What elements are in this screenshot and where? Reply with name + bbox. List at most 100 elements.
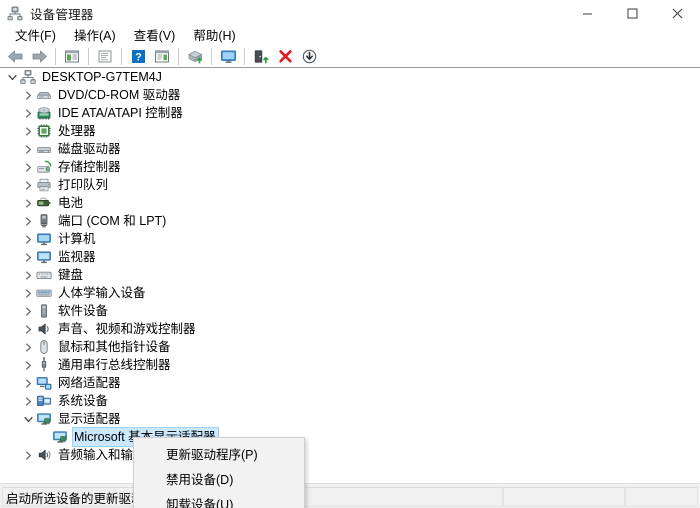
tree-item[interactable]: 监视器 <box>0 248 700 266</box>
display-adapter-icon <box>36 411 52 427</box>
chevron-right-icon[interactable] <box>20 105 36 121</box>
tree-item[interactable]: 处理器 <box>0 122 700 140</box>
tree-item[interactable]: IDE ATA/ATAPI 控制器 <box>0 104 700 122</box>
tree-item[interactable]: 鼠标和其他指针设备 <box>0 338 700 356</box>
tree-item[interactable]: 存储控制器 <box>0 158 700 176</box>
ctx-uninstall-device[interactable]: 卸载设备(U) <box>134 491 304 508</box>
chevron-right-icon[interactable] <box>20 447 36 463</box>
chevron-right-icon[interactable] <box>20 249 36 265</box>
port-icon <box>36 213 52 229</box>
processor-icon <box>36 123 52 139</box>
tree-item[interactable]: 磁盘驱动器 <box>0 140 700 158</box>
toolbar-help[interactable]: ? <box>127 46 149 67</box>
minimize-button[interactable] <box>565 0 610 26</box>
tree-item[interactable]: DVD/CD-ROM 驱动器 <box>0 86 700 104</box>
storage-controller-icon <box>36 159 52 175</box>
tree-item-label: 显示适配器 <box>58 412 121 426</box>
tree-item[interactable]: 软件设备 <box>0 302 700 320</box>
tree-item-label: 人体学输入设备 <box>58 286 146 300</box>
chevron-right-icon[interactable] <box>20 321 36 337</box>
toolbar: ? <box>0 45 700 68</box>
dvd-drive-icon <box>36 87 52 103</box>
hid-icon <box>36 285 52 301</box>
menu-help[interactable]: 帮助(H) <box>184 27 244 45</box>
tree-item[interactable]: Microsoft 基本显示适配器 <box>0 427 700 447</box>
tree-item-label: 端口 (COM 和 LPT) <box>58 214 167 228</box>
chevron-right-icon[interactable] <box>20 303 36 319</box>
chevron-right-icon[interactable] <box>20 123 36 139</box>
tree-item[interactable]: DESKTOP-G7TEM4J <box>0 68 700 86</box>
network-adapter-icon <box>36 375 52 391</box>
tree-item-label: 电池 <box>58 196 84 210</box>
context-menu[interactable]: 更新驱动程序(P) 禁用设备(D) 卸载设备(U) <box>133 437 305 508</box>
chevron-down-icon[interactable] <box>4 69 20 85</box>
chevron-right-icon[interactable] <box>20 177 36 193</box>
chevron-right-icon[interactable] <box>20 195 36 211</box>
tree-item-label: DESKTOP-G7TEM4J <box>42 70 162 84</box>
chevron-right-icon[interactable] <box>20 141 36 157</box>
tree-item[interactable]: 显示适配器 <box>0 410 700 428</box>
tree-item[interactable]: 电池 <box>0 194 700 212</box>
chevron-right-icon[interactable] <box>20 159 36 175</box>
tree-item-label: 网络适配器 <box>58 376 121 390</box>
menu-view[interactable]: 查看(V) <box>125 27 185 45</box>
tree-item-label: 软件设备 <box>58 304 109 318</box>
chevron-right-icon[interactable] <box>20 231 36 247</box>
toolbar-device-properties[interactable] <box>151 46 173 67</box>
tree-item[interactable]: 端口 (COM 和 LPT) <box>0 212 700 230</box>
toolbar-properties[interactable] <box>61 46 83 67</box>
tree-item[interactable]: 声音、视频和游戏控制器 <box>0 320 700 338</box>
tree-item[interactable]: 网络适配器 <box>0 374 700 392</box>
mouse-icon <box>36 339 52 355</box>
maximize-button[interactable] <box>610 0 655 26</box>
title-bar: 设备管理器 <box>0 0 700 26</box>
help-icon: ? <box>131 49 146 64</box>
tree-item-label: 系统设备 <box>58 394 109 408</box>
toolbar-update-driver[interactable] <box>184 46 206 67</box>
tree-item-label: IDE ATA/ATAPI 控制器 <box>58 106 183 120</box>
battery-icon <box>36 195 52 211</box>
toolbar-forward[interactable] <box>28 46 50 67</box>
chevron-right-icon[interactable] <box>20 357 36 373</box>
toolbar-disable-device[interactable] <box>298 46 320 67</box>
toolbar-enable-device[interactable] <box>250 46 272 67</box>
toolbar-scan-hardware-changes[interactable] <box>217 46 239 67</box>
chevron-down-icon[interactable] <box>20 411 36 427</box>
device-tree[interactable]: DESKTOP-G7TEM4J DVD/CD-ROM 驱动器 IDE ATA/ATA… <box>0 68 700 483</box>
chevron-right-icon[interactable] <box>20 87 36 103</box>
toolbar-separator <box>178 48 179 65</box>
tree-item[interactable]: 键盘 <box>0 266 700 284</box>
display-adapter-icon <box>52 429 68 445</box>
close-button[interactable] <box>655 0 700 26</box>
computer-tree-icon <box>20 69 36 85</box>
toolbar-show-hidden-devices[interactable] <box>94 46 116 67</box>
ide-controller-icon <box>36 105 52 121</box>
tree-item[interactable]: 音频输入和输出 <box>0 446 700 464</box>
tree-item[interactable]: 打印队列 <box>0 176 700 194</box>
tree-item-label: 声音、视频和游戏控制器 <box>58 322 196 336</box>
tree-item[interactable]: 系统设备 <box>0 392 700 410</box>
tree-item-label: 鼠标和其他指针设备 <box>58 340 171 354</box>
toolbar-back[interactable] <box>4 46 26 67</box>
toolbar-uninstall-device[interactable] <box>274 46 296 67</box>
chevron-right-icon[interactable] <box>20 267 36 283</box>
ctx-disable-device[interactable]: 禁用设备(D) <box>134 466 304 491</box>
tree-item-label: 打印队列 <box>58 178 109 192</box>
chevron-right-icon[interactable] <box>20 213 36 229</box>
uninstall-device-icon <box>278 49 293 64</box>
tree-item[interactable]: 通用串行总线控制器 <box>0 356 700 374</box>
tree-item[interactable]: 人体学输入设备 <box>0 284 700 302</box>
system-device-icon <box>36 393 52 409</box>
ctx-update-driver[interactable]: 更新驱动程序(P) <box>134 441 304 466</box>
tree-item[interactable]: 计算机 <box>0 230 700 248</box>
chevron-right-icon[interactable] <box>20 393 36 409</box>
tree-item-label: DVD/CD-ROM 驱动器 <box>58 88 181 102</box>
chevron-right-icon[interactable] <box>20 339 36 355</box>
tree-item-label: 键盘 <box>58 268 84 282</box>
menu-file[interactable]: 文件(F) <box>6 27 65 45</box>
device-manager-icon <box>7 5 23 21</box>
chevron-right-icon[interactable] <box>20 285 36 301</box>
menu-action[interactable]: 操作(A) <box>65 27 125 45</box>
chevron-right-icon[interactable] <box>20 375 36 391</box>
device-manager-window: 设备管理器 文件(F) 操作(A) 查看(V) 帮助(H) ? DESKTOP-… <box>0 0 700 508</box>
